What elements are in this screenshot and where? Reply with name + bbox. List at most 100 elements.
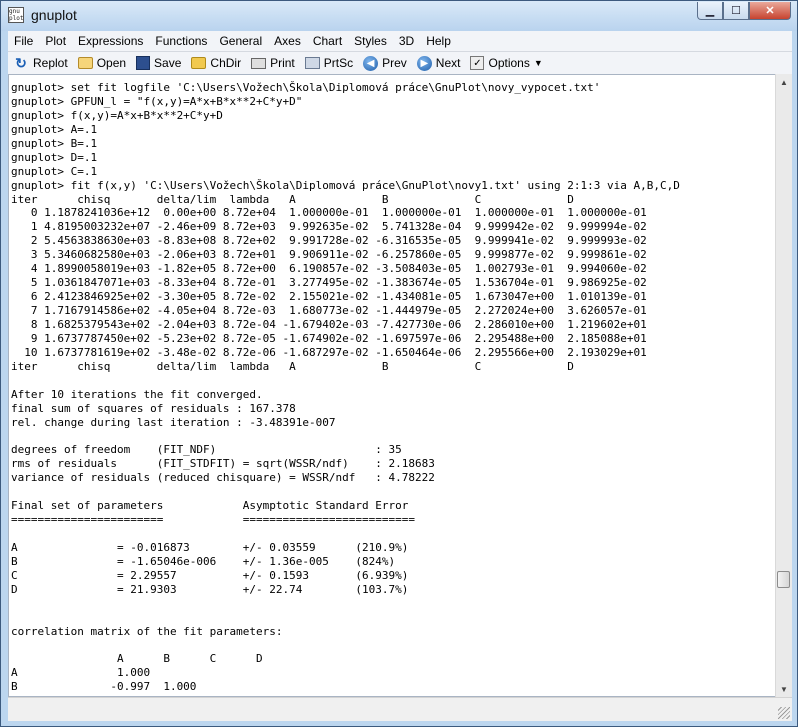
console-line: final sum of squares of residuals : 167.… [11, 401, 296, 415]
change-dir-icon [191, 57, 207, 69]
console-line: gnuplot> set fit logfile 'C:\Users\Vožec… [11, 81, 601, 94]
console-line: iter chisq delta/lim lambda A B C D [11, 192, 574, 206]
options-icon: ✓ [470, 56, 485, 70]
open-folder-icon [77, 57, 93, 69]
console-line: variance of residuals (reduced chisquare… [11, 471, 435, 485]
console-line: gnuplot> GPFUN_l = "f(x,y)=A*x+B*x**2+C*… [11, 94, 303, 108]
replot-icon: ↻ [15, 54, 27, 71]
menu-bar: File Plot Expressions Functions General … [8, 31, 792, 52]
save-button[interactable]: Save [131, 56, 186, 70]
console-line: 9 1.6737787450e+02 -5.23e+02 8.72e-05 -1… [11, 331, 647, 345]
next-button[interactable]: ▶ Next [412, 55, 466, 71]
console-line: Final set of parameters Asymptotic Stand… [11, 499, 409, 513]
menu-general[interactable]: General [213, 34, 268, 48]
next-label: Next [435, 56, 461, 70]
close-button[interactable]: ✕ [749, 2, 791, 20]
console-line: gnuplot> C=.1 [11, 164, 98, 178]
console-text: gnuplot> set fit logfile 'C:\Users\Vožec… [11, 81, 680, 696]
console-line: A = -0.016873 +/- 0.03559 (210.9%) [11, 540, 409, 554]
console-line: 3 5.3460682580e+03 -2.06e+03 8.72e+01 9.… [11, 248, 647, 262]
console-line: 2 5.4563838630e+03 -8.83e+08 8.72e+02 9.… [11, 234, 647, 248]
console-line: 10 1.6737781619e+02 -3.48e-02 8.72e-06 -… [11, 345, 647, 359]
console-line: D = 21.9303 +/- 22.74 (103.7%) [11, 582, 409, 596]
console-line: 5 1.0361847071e+03 -8.33e+04 8.72e-01 3.… [11, 276, 647, 290]
chdir-button[interactable]: ChDir [186, 56, 246, 70]
print-screen-icon [304, 57, 320, 69]
save-disk-icon [136, 56, 151, 70]
console-line: gnuplot> B=.1 [11, 136, 98, 150]
gnuplot-app-icon[interactable]: gnu plot [8, 7, 24, 23]
window-title: gnuplot [31, 7, 77, 23]
maximize-button[interactable]: ☐ [723, 2, 749, 20]
menu-functions[interactable]: Functions [149, 34, 213, 48]
chdir-label: ChDir [210, 56, 242, 70]
scroll-up-icon[interactable]: ▲ [776, 74, 792, 90]
console-line: rms of residuals (FIT_STDFIT) = sqrt(WSS… [11, 457, 435, 471]
open-button[interactable]: Open [73, 56, 131, 70]
prev-button[interactable]: ◀ Prev [358, 55, 412, 71]
options-label: Options [488, 56, 530, 70]
resize-grip-icon[interactable] [778, 707, 790, 719]
open-label: Open [96, 56, 127, 70]
options-button[interactable]: ✓ Options ▼ [465, 56, 547, 70]
console-line: 4 1.8990058019e+03 -1.82e+05 8.72e+00 6.… [11, 262, 647, 276]
next-arrow-icon: ▶ [416, 55, 432, 71]
print-label: Print [270, 56, 295, 70]
menu-styles[interactable]: Styles [348, 34, 393, 48]
menu-axes[interactable]: Axes [268, 34, 307, 48]
scrollbar-thumb[interactable] [777, 571, 790, 588]
menu-help[interactable]: Help [420, 34, 457, 48]
replot-label: Replot [33, 56, 68, 70]
menu-3d[interactable]: 3D [393, 34, 420, 48]
console-line: 8 1.6825379543e+02 -2.04e+03 8.72e-04 -1… [11, 317, 647, 331]
prtsc-label: PrtSc [323, 56, 354, 70]
title-bar[interactable]: gnu plot gnuplot ▁ ☐ ✕ [1, 1, 797, 31]
replot-button[interactable]: ↻ Replot [8, 55, 73, 71]
menu-plot[interactable]: Plot [39, 34, 72, 48]
print-button[interactable]: Print [246, 56, 300, 70]
prtsc-button[interactable]: PrtSc [300, 56, 358, 70]
minimize-button[interactable]: ▁ [697, 2, 723, 20]
menu-chart[interactable]: Chart [307, 34, 348, 48]
toolbar: ↻ Replot Open Save ChDir Print PrtSc ◀ P… [8, 52, 792, 74]
printer-icon [251, 57, 267, 69]
console-line: gnuplot> D=.1 [11, 150, 98, 164]
console-line: A 1.000 [11, 666, 151, 680]
window-controls: ▁ ☐ ✕ [697, 2, 791, 22]
console-line: degrees of freedom (FIT_NDF) : 35 [11, 443, 402, 457]
save-label: Save [154, 56, 182, 70]
scroll-down-icon[interactable]: ▼ [776, 681, 792, 697]
menu-expressions[interactable]: Expressions [72, 34, 149, 48]
chevron-down-icon: ▼ [533, 58, 543, 68]
console-line: B = -1.65046e-006 +/- 1.36e-005 (824%) [11, 554, 396, 568]
console-line: After 10 iterations the fit converged. [11, 387, 263, 401]
console-line: 6 2.4123846925e+02 -3.30e+05 8.72e-02 2.… [11, 290, 647, 304]
menu-file[interactable]: File [8, 34, 39, 48]
vertical-scrollbar[interactable]: ▲ ▼ [775, 74, 792, 697]
console-line: A B C D [11, 652, 263, 666]
console-line: 7 1.7167914586e+02 -4.05e+04 8.72e-03 1.… [11, 304, 647, 317]
gnuplot-window: gnu plot gnuplot ▁ ☐ ✕ File Plot Express… [0, 0, 798, 727]
console-line: B -0.997 1.000 [11, 680, 197, 694]
console-line: rel. change during last iteration : -3.4… [11, 415, 336, 429]
console-line: iter chisq delta/lim lambda A B C D [11, 359, 574, 373]
prev-label: Prev [382, 56, 407, 70]
console-line: gnuplot> fit f(x,y) 'C:\Users\Vožech\Ško… [11, 178, 680, 192]
console-line: correlation matrix of the fit parameters… [11, 624, 283, 638]
console-line: C = 2.29557 +/- 0.1593 (6.939%) [11, 568, 409, 582]
status-bar [8, 697, 792, 721]
console-line: gnuplot> f(x,y)=A*x+B*x**2+C*y+D [11, 108, 223, 122]
console-line: 0 1.1878241036e+12 0.00e+00 8.72e+04 1.0… [11, 206, 647, 220]
prev-arrow-icon: ◀ [363, 55, 379, 71]
console-line: gnuplot> A=.1 [11, 122, 98, 136]
console-line: ======================= ================… [11, 513, 415, 527]
console-output[interactable]: gnuplot> set fit logfile 'C:\Users\Vožec… [8, 74, 775, 697]
console-line: 1 4.8195003232e+07 -2.46e+09 8.72e+03 9.… [11, 220, 647, 234]
